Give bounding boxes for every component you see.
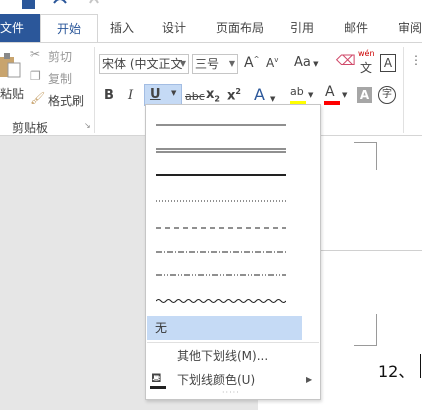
- tab-file-label: 文件: [0, 21, 25, 35]
- underline-dash-dot-option[interactable]: [156, 241, 286, 265]
- tab-design[interactable]: 设计: [162, 14, 186, 42]
- paste-button[interactable]: 粘贴: [0, 47, 24, 107]
- paragraph-number: 12、: [378, 362, 415, 381]
- underline-color-swatch: [150, 386, 166, 389]
- tab-references-label: 引用: [290, 21, 315, 35]
- underline-dashed-option[interactable]: [156, 215, 286, 239]
- group-separator: [403, 47, 404, 133]
- undo-icon[interactable]: [52, 0, 68, 10]
- ribbon-tab-row: 文件 开始 插入 设计 页面布局 引用 邮件 审阅: [0, 14, 422, 43]
- tab-insert-label: 插入: [110, 21, 135, 35]
- grow-font-button[interactable]: A^: [244, 55, 259, 71]
- underline-single-option[interactable]: [156, 111, 286, 135]
- underline-button[interactable]: U ▼: [144, 84, 182, 106]
- bold-button[interactable]: B: [104, 88, 114, 103]
- copy-button[interactable]: ❐ 复制: [28, 69, 76, 87]
- crop-mark: [376, 314, 377, 346]
- format-painter-button[interactable]: 🖌 格式刷: [28, 91, 88, 109]
- paste-label: 粘贴: [0, 87, 25, 101]
- crop-mark: [354, 142, 376, 143]
- cut-label: 剪切: [48, 50, 73, 64]
- superscript-mark: 2: [235, 87, 241, 96]
- brush-icon: 🖌: [30, 91, 46, 105]
- change-case-button[interactable]: Aa ▼: [294, 55, 318, 70]
- text-effects-button[interactable]: A: [254, 85, 265, 104]
- group-separator: [94, 47, 95, 133]
- underline-thick-option[interactable]: [156, 163, 286, 187]
- more-underlines-label: 其他下划线(M)...: [177, 349, 269, 363]
- chevron-down-icon: ▼: [228, 59, 235, 68]
- resize-grip-icon[interactable]: ·····: [222, 388, 240, 397]
- underline-label: U: [150, 87, 161, 102]
- dialog-launcher-icon[interactable]: ↘: [84, 121, 91, 130]
- chevron-down-icon: ▼: [342, 91, 348, 99]
- strikethrough-button[interactable]: abc: [185, 90, 205, 103]
- title-bar: [0, 0, 422, 14]
- chevron-down-icon: ▼: [179, 59, 186, 68]
- font-name-combo[interactable]: 宋体 (中文正文 ▼: [99, 54, 189, 74]
- tab-home-label: 开始: [56, 22, 81, 36]
- font-name-value: 宋体 (中文正文: [102, 57, 183, 71]
- enclose-characters-button[interactable]: 字: [378, 86, 396, 104]
- subscript-button[interactable]: x2: [206, 87, 220, 104]
- font-size-value: 三号: [195, 57, 220, 71]
- tab-layout-label: 页面布局: [216, 21, 265, 35]
- highlight-label: ab: [290, 85, 304, 98]
- font-color-bar: [324, 101, 340, 105]
- italic-button[interactable]: I: [128, 88, 133, 103]
- tab-layout[interactable]: 页面布局: [216, 14, 264, 42]
- menu-divider: [147, 342, 319, 343]
- character-border-button[interactable]: A: [380, 54, 396, 72]
- phonetic-guide-top: wén: [358, 49, 375, 58]
- subscript-mark: 2: [214, 94, 220, 104]
- chevron-right-icon: ▶: [306, 375, 313, 384]
- character-shading-button[interactable]: A: [357, 87, 372, 103]
- crop-mark: [354, 345, 376, 346]
- tab-mailings-label: 邮件: [344, 21, 369, 35]
- more-underlines-item[interactable]: 其他下划线(M)...: [146, 345, 320, 367]
- clear-formatting-icon[interactable]: ⌫: [336, 53, 356, 69]
- page-break-line: [321, 250, 422, 251]
- underline-dash-dot-dot-option[interactable]: [156, 267, 286, 291]
- paste-icon: [0, 53, 21, 78]
- tab-review[interactable]: 审阅: [398, 14, 422, 42]
- underline-dotted-option[interactable]: [156, 189, 286, 213]
- font-color-button[interactable]: A ▼: [322, 84, 348, 107]
- crop-mark: [376, 142, 377, 170]
- tab-review-label: 审阅: [398, 21, 422, 35]
- tab-references[interactable]: 引用: [290, 14, 314, 42]
- format-painter-label: 格式刷: [48, 94, 85, 108]
- save-icon[interactable]: [22, 0, 35, 10]
- underline-double-option[interactable]: [156, 137, 286, 161]
- grow-font-label: A: [244, 55, 254, 71]
- cut-button[interactable]: ✂ 剪切: [28, 47, 76, 65]
- superscript-button[interactable]: x2: [227, 87, 241, 103]
- chevron-down-icon: ▼: [171, 89, 177, 97]
- redo-icon[interactable]: [88, 0, 100, 10]
- underline-wave-option[interactable]: [156, 289, 286, 313]
- tab-insert[interactable]: 插入: [110, 14, 134, 42]
- copy-label: 复制: [48, 72, 73, 86]
- scissors-icon: ✂: [30, 47, 41, 61]
- change-case-label: Aa: [294, 55, 311, 70]
- font-size-combo[interactable]: 三号 ▼: [192, 54, 238, 74]
- tab-home[interactable]: 开始: [40, 14, 98, 43]
- font-color-label: A: [325, 84, 335, 100]
- chevron-down-icon: ▼: [270, 95, 276, 103]
- tab-file[interactable]: 文件: [0, 14, 40, 42]
- tab-mailings[interactable]: 邮件: [344, 14, 368, 42]
- bullets-icon[interactable]: ⋮≡: [410, 53, 422, 67]
- underline-dropdown-menu: 无 其他下划线(M)... ⛾ 下划线颜色(U) ▶ ·····: [145, 104, 321, 400]
- underline-color-label: 下划线颜色(U): [177, 373, 256, 387]
- copy-icon: ❐: [30, 69, 41, 83]
- tab-design-label: 设计: [162, 21, 187, 35]
- text-cursor: [420, 354, 421, 378]
- underline-none-option[interactable]: 无: [147, 316, 302, 340]
- shrink-font-label: A: [266, 56, 275, 70]
- chevron-down-icon: ▼: [308, 91, 314, 99]
- shrink-font-button[interactable]: Av: [266, 56, 278, 70]
- clipboard-group-label: 剪贴板: [12, 121, 49, 135]
- phonetic-guide-button[interactable]: 文: [360, 59, 372, 76]
